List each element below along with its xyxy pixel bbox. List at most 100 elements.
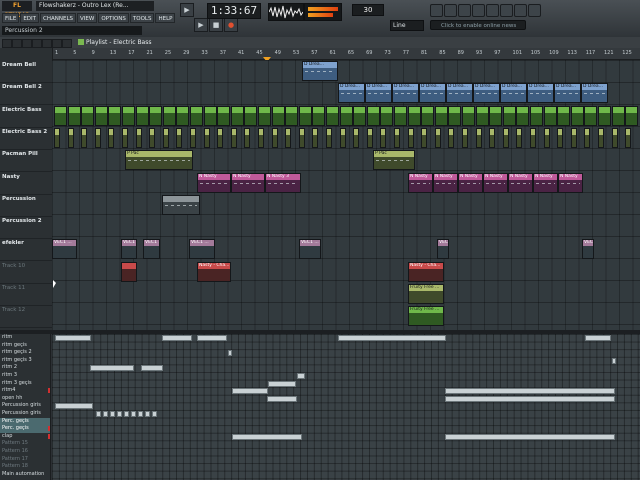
- pattern-clip[interactable]: D Drea...: [338, 83, 365, 104]
- pattern-clip[interactable]: VEC1 ...: [582, 239, 594, 260]
- pattern-clip[interactable]: D Drea...: [527, 83, 554, 104]
- pattern-clip[interactable]: [611, 105, 625, 126]
- channel-name[interactable]: ritm geçis: [0, 342, 50, 350]
- pattern-clip[interactable]: [366, 105, 380, 126]
- pattern-clip[interactable]: [557, 127, 564, 148]
- menu-tools[interactable]: TOOLS: [129, 13, 155, 23]
- step-block[interactable]: [152, 411, 157, 417]
- pattern-clip[interactable]: D Drea...: [392, 83, 419, 104]
- channel-name[interactable]: Pattern 18: [0, 463, 50, 471]
- play-pause-button[interactable]: ▶: [180, 3, 194, 17]
- channel-name[interactable]: ritm 2: [0, 364, 50, 372]
- step-block[interactable]: [585, 335, 611, 341]
- pattern-clip[interactable]: [162, 127, 169, 148]
- menu-help[interactable]: HELP: [155, 13, 176, 23]
- pattern-clip[interactable]: [176, 105, 190, 126]
- pattern-clip[interactable]: VEC1 ...: [121, 239, 137, 260]
- pattern-clip[interactable]: [570, 127, 577, 148]
- menu-channels[interactable]: CHANNELS: [40, 13, 77, 23]
- channel-name[interactable]: ritm geçis 2: [0, 349, 50, 357]
- pattern-clip[interactable]: [584, 127, 591, 148]
- pattern-clip[interactable]: D Drea...: [554, 83, 581, 104]
- menu-edit[interactable]: EDIT: [20, 13, 40, 23]
- piano-roll-icon[interactable]: [444, 4, 457, 17]
- track-header[interactable]: Nasty: [0, 172, 52, 195]
- step-block[interactable]: [110, 411, 115, 417]
- track-header[interactable]: Dream Bell: [0, 60, 52, 83]
- pattern-clip[interactable]: [353, 105, 367, 126]
- pattern-clip[interactable]: [530, 127, 536, 148]
- pattern-clip[interactable]: D Drea...: [581, 83, 608, 104]
- pattern-clip[interactable]: Fruity Free ...: [408, 306, 444, 327]
- pattern-clip[interactable]: [203, 127, 210, 148]
- plugin-icon[interactable]: [500, 4, 513, 17]
- channel-name[interactable]: open hh: [0, 395, 50, 403]
- pattern-clip[interactable]: [448, 127, 455, 148]
- pattern-clip[interactable]: [516, 105, 530, 126]
- pattern-clip[interactable]: [434, 127, 441, 148]
- pattern-clip[interactable]: [54, 105, 67, 126]
- step-block[interactable]: [90, 365, 134, 372]
- playlist-icon[interactable]: [430, 4, 443, 17]
- pattern-clip[interactable]: [81, 127, 88, 148]
- pattern-clip[interactable]: [516, 127, 523, 148]
- pattern-clip[interactable]: [353, 127, 360, 148]
- pattern-clip[interactable]: N Nasty: [458, 172, 483, 193]
- pattern-clip[interactable]: [434, 105, 448, 126]
- pattern-clip[interactable]: [122, 127, 128, 148]
- pattern-clip[interactable]: [285, 127, 292, 148]
- pattern-clip[interactable]: [421, 105, 435, 126]
- pattern-clip[interactable]: [421, 127, 428, 148]
- playlist-tool-button[interactable]: [42, 39, 52, 48]
- pattern-clip[interactable]: [67, 127, 74, 148]
- track-header[interactable]: Track 11: [0, 283, 52, 306]
- step-block[interactable]: [96, 411, 101, 417]
- playlist-tool-button[interactable]: [22, 39, 32, 48]
- pattern-clip[interactable]: [557, 105, 571, 126]
- pattern-clip[interactable]: [462, 105, 475, 126]
- pattern-clip[interactable]: [149, 127, 156, 148]
- pattern-number[interactable]: 30: [352, 4, 384, 16]
- pattern-clip[interactable]: [203, 105, 217, 126]
- pattern-clip[interactable]: D Drea...: [302, 61, 338, 81]
- play-button[interactable]: ▶: [194, 18, 208, 32]
- pattern-clip[interactable]: [611, 127, 618, 148]
- menu-view[interactable]: VIEW: [77, 13, 98, 23]
- pattern-clip[interactable]: [502, 105, 516, 126]
- pattern-clip[interactable]: [121, 261, 137, 282]
- playlist-tool-button[interactable]: [12, 39, 22, 48]
- channel-name[interactable]: Percussion giris: [0, 410, 50, 418]
- pattern-clip[interactable]: [162, 105, 176, 126]
- pattern-clip[interactable]: [407, 105, 421, 126]
- pattern-clip[interactable]: [162, 194, 200, 215]
- pattern-clip[interactable]: [502, 127, 509, 148]
- step-block[interactable]: [297, 373, 305, 379]
- step-block[interactable]: [197, 335, 227, 341]
- pattern-clip[interactable]: [108, 105, 122, 126]
- step-block[interactable]: [232, 388, 268, 395]
- pattern-clip[interactable]: [475, 105, 489, 126]
- pattern-clip[interactable]: [462, 127, 468, 148]
- pattern-clip[interactable]: [312, 105, 326, 126]
- pattern-clip[interactable]: [271, 105, 285, 126]
- pattern-clip[interactable]: P Pac: [125, 150, 193, 171]
- timeline-ruler[interactable]: 1 5 9 13 17 21 25 29 33 37 41 45 49 53 57 61 65 69 73 77 81 8…: [52, 48, 640, 60]
- channel-name[interactable]: Pattern 17: [0, 456, 50, 464]
- step-block[interactable]: [267, 395, 297, 402]
- pattern-clip[interactable]: [135, 105, 149, 126]
- pattern-clip[interactable]: [489, 105, 503, 126]
- pattern-clip[interactable]: [135, 127, 142, 148]
- pattern-clip[interactable]: P Pac: [373, 150, 415, 171]
- step-block[interactable]: [103, 411, 108, 417]
- playlist-menu-button[interactable]: [2, 39, 12, 48]
- pattern-clip[interactable]: N Nasty: [483, 172, 508, 193]
- pattern-clip[interactable]: VEC1 ...: [299, 239, 321, 260]
- pattern-clip[interactable]: [81, 105, 95, 126]
- pattern-clip[interactable]: [394, 127, 400, 148]
- track-header[interactable]: Electric Bass: [0, 105, 52, 128]
- step-block[interactable]: [162, 335, 192, 341]
- pattern-clip[interactable]: [258, 127, 264, 148]
- pattern-clip[interactable]: [298, 127, 305, 148]
- pattern-clip[interactable]: N Nasty: [197, 172, 231, 193]
- pattern-clip[interactable]: [271, 127, 278, 148]
